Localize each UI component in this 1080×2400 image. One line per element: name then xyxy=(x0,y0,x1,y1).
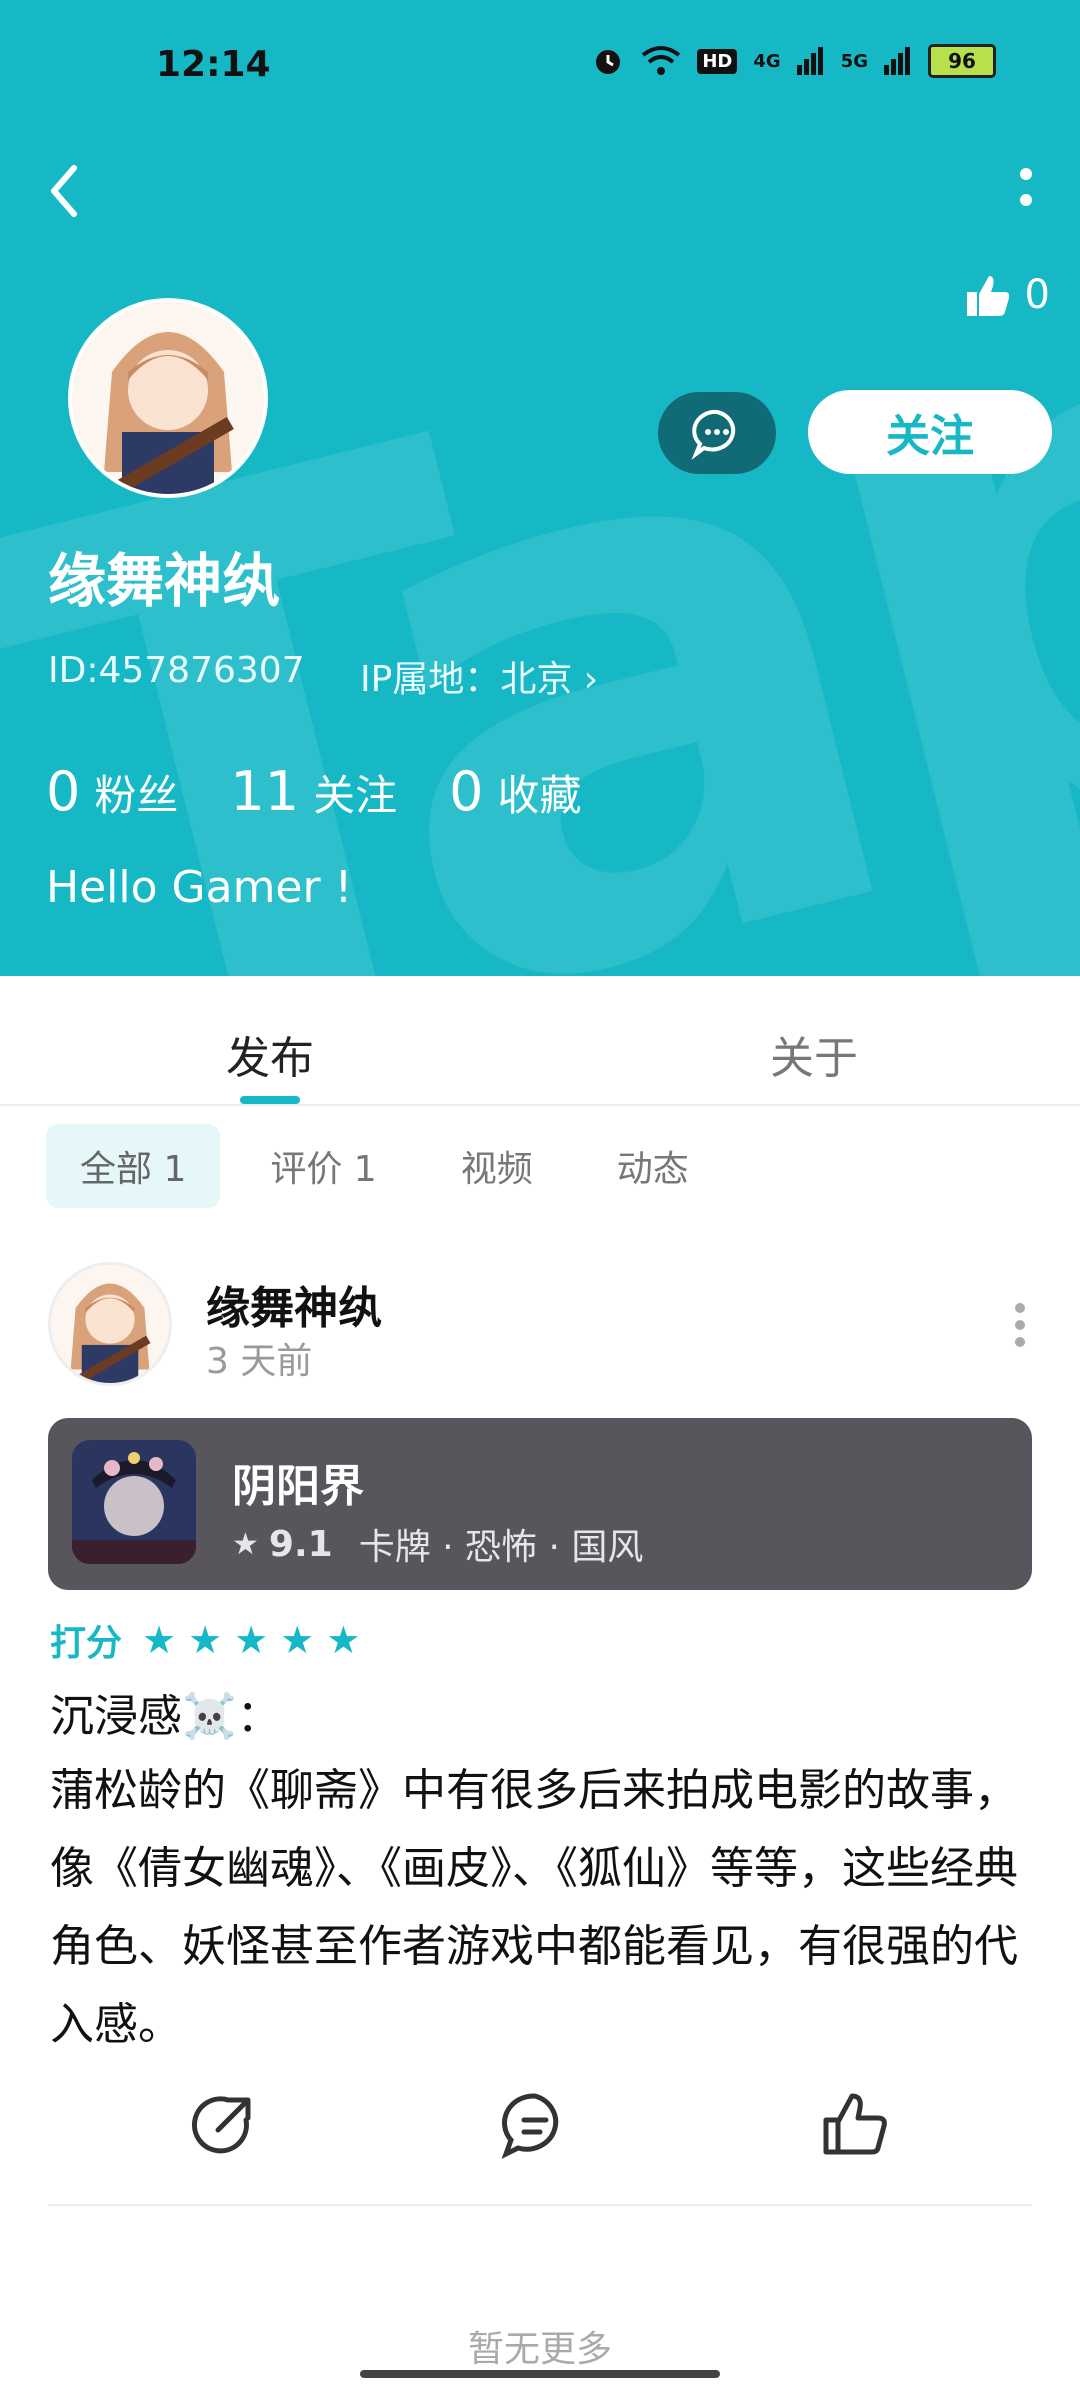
hd-icon: HD xyxy=(697,48,738,74)
like-icon[interactable] xyxy=(820,2090,890,2160)
star-icon: ★ xyxy=(232,1526,259,1562)
thumbs-up-icon xyxy=(966,276,1009,316)
user-id: ID:457876307 xyxy=(48,650,305,691)
status-icons: HD 4G 5G 96 xyxy=(591,44,996,78)
comment-icon[interactable] xyxy=(500,2090,570,2160)
battery-level: 96 xyxy=(948,49,976,73)
star-icon: ★ xyxy=(142,1618,177,1662)
star-icon: ★ xyxy=(326,1618,361,1662)
tab-publish[interactable]: 发布 xyxy=(226,1022,314,1086)
game-name: 阴阳界 xyxy=(232,1461,364,1512)
star-icon: ★ xyxy=(234,1618,269,1662)
favorites-label: 收藏 xyxy=(497,771,582,820)
end-of-list-text: 暂无更多 xyxy=(467,2329,612,2370)
game-icon xyxy=(72,1440,196,1564)
game-cover-image xyxy=(72,1440,196,1564)
following-label: 关注 xyxy=(313,771,398,820)
filter-reviews[interactable]: 评价 1 xyxy=(236,1124,410,1208)
status-time: 12:14 xyxy=(156,44,271,85)
game-rating: 9.1 xyxy=(268,1523,333,1565)
post-author-avatar[interactable] xyxy=(48,1262,172,1386)
game-tags: 卡牌 · 恐怖 · 国风 xyxy=(358,1527,644,1568)
post-actions xyxy=(0,2080,1080,2180)
more-vertical-icon[interactable] xyxy=(1006,158,1046,224)
filter-videos[interactable]: 视频 xyxy=(427,1124,567,1208)
signal-5g-icon: 5G xyxy=(840,50,868,72)
profile-username: 缘舞神纨 xyxy=(48,547,281,615)
avatar-image xyxy=(51,1265,169,1383)
back-arrow-icon[interactable] xyxy=(40,158,90,224)
profile-header: TapTap 12:14 HD 4G 5G 96 0 关注 缘舞神纨 ID:45… xyxy=(0,0,1080,976)
tab-about[interactable]: 关于 xyxy=(770,1022,858,1086)
post-time: 3 天前 xyxy=(206,1341,313,1382)
game-meta: ★ 9.1 卡牌 · 恐怖 · 国风 xyxy=(232,1518,643,1570)
post-more-icon[interactable] xyxy=(1010,1300,1030,1350)
star-icon: ★ xyxy=(188,1618,223,1662)
filter-posts[interactable]: 动态 xyxy=(583,1124,723,1208)
post-body[interactable]: 蒲松龄的《聊斋》中有很多后来拍成电影的故事，像《倩女幽魂》、《画皮》、《狐仙》等… xyxy=(50,1752,1030,2064)
profile-stats: 0 粉丝 11 关注 0 收藏 xyxy=(46,760,581,823)
battery-icon: 96 xyxy=(928,44,996,78)
status-bar: 12:14 HD 4G 5G 96 xyxy=(0,0,1080,134)
ip-location-link[interactable]: IP属地：北京 › xyxy=(360,650,598,702)
followers-label: 粉丝 xyxy=(94,771,179,820)
avatar-image xyxy=(72,302,264,494)
user-rating: 打分 ★ ★ ★ ★ ★ xyxy=(50,1614,360,1666)
stat-followers[interactable]: 0 粉丝 xyxy=(46,760,178,823)
profile-bio: Hello Gamer ! xyxy=(46,862,353,913)
wifi-icon xyxy=(642,46,681,75)
stat-favorites[interactable]: 0 收藏 xyxy=(449,760,581,823)
home-indicator[interactable] xyxy=(360,2370,720,2378)
likes-count: 0 xyxy=(1024,272,1050,318)
chat-bubble-icon xyxy=(691,409,736,460)
likes-counter[interactable]: 0 xyxy=(965,272,1050,318)
follow-button[interactable]: 关注 xyxy=(808,390,1052,474)
post-author-name[interactable]: 缘舞神纨 xyxy=(206,1272,382,1336)
filter-all[interactable]: 全部 1 xyxy=(46,1124,221,1208)
profile-tabs: 发布 关于 xyxy=(0,976,1080,1106)
followers-count: 0 xyxy=(46,760,81,823)
avatar[interactable] xyxy=(68,298,268,498)
following-count: 11 xyxy=(230,760,300,823)
alarm-icon xyxy=(596,50,621,74)
share-icon[interactable] xyxy=(188,2090,258,2160)
favorites-count: 0 xyxy=(449,760,484,823)
post-title: 沉浸感☠️： xyxy=(50,1691,281,1742)
star-icon: ★ xyxy=(280,1618,315,1662)
stat-following[interactable]: 11 关注 xyxy=(230,760,397,823)
game-card[interactable]: 阴阳界 ★ 9.1 卡牌 · 恐怖 · 国风 xyxy=(48,1418,1032,1590)
signal-4g-icon: 4G xyxy=(753,50,781,72)
content-filters: 全部 1 评价 1 视频 动态 xyxy=(46,1124,739,1208)
message-button[interactable] xyxy=(658,392,776,474)
divider xyxy=(48,2204,1032,2206)
signal-bars-icon xyxy=(796,47,823,75)
active-tab-indicator xyxy=(240,1096,300,1104)
signal-bars-2-icon xyxy=(884,47,910,75)
rating-label: 打分 xyxy=(50,1623,123,1664)
